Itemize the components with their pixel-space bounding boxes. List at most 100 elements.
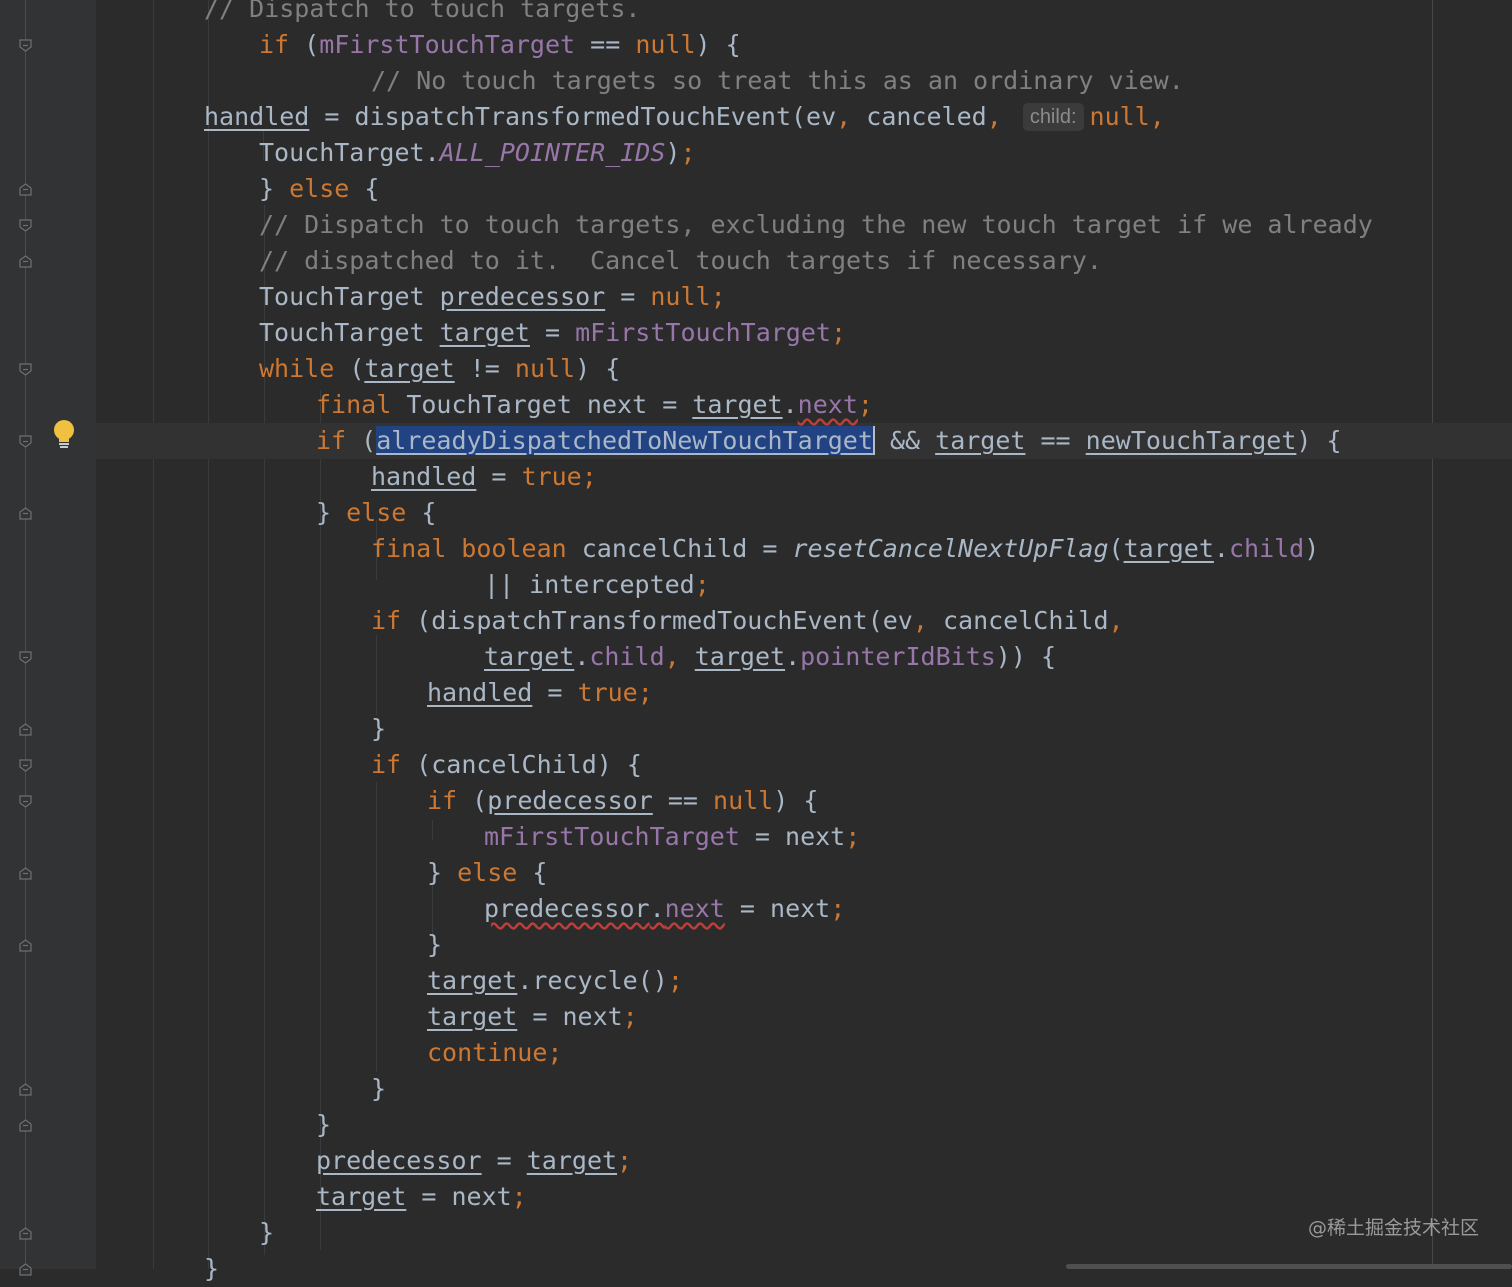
code-token: null; <box>650 282 726 311</box>
code-line: TouchTarget target = mFirstTouchTarget; <box>0 315 846 351</box>
code-token: == <box>1025 426 1086 455</box>
code-line: } <box>0 1251 219 1287</box>
horizontal-scrollbar[interactable] <box>1066 1264 1512 1269</box>
code-token: TouchTarget next = <box>391 390 693 419</box>
code-token: ; <box>694 570 710 599</box>
code-token: } <box>316 498 347 527</box>
parameter-hint: child: <box>1022 103 1084 131</box>
code-line: if (dispatchTransformedTouchEvent(ev, ca… <box>0 603 1124 639</box>
lightbulb-icon[interactable] <box>52 419 76 449</box>
code-token: ; <box>680 138 696 167</box>
code-token: if <box>316 426 347 455</box>
code-token: ; <box>857 390 873 419</box>
code-line: TouchTarget predecessor = null; <box>0 279 726 315</box>
code-token: target <box>692 390 783 419</box>
code-token: = next <box>406 1182 512 1211</box>
code-token: ; <box>511 1182 527 1211</box>
code-token: } <box>259 1218 275 1247</box>
watermark-text: @稀土掘金技术社区 <box>1307 1217 1479 1239</box>
code-token: = next <box>739 822 846 851</box>
code-token: , <box>836 102 852 131</box>
code-token: cancelChild = <box>566 534 793 563</box>
code-token: TouchTarget <box>259 282 440 311</box>
code-token: predecessor <box>439 282 606 311</box>
code-line: } <box>0 1071 386 1107</box>
code-token: // dispatched to it. Cancel touch target… <box>259 246 1102 275</box>
code-line: handled = dispatchTransformedTouchEvent(… <box>0 99 1165 135</box>
code-token: target <box>694 642 786 671</box>
code-line: if (predecessor == null) { <box>0 783 818 819</box>
code-token: ; <box>622 1002 638 1031</box>
code-token: { <box>517 858 548 887</box>
code-token: ; <box>667 966 683 995</box>
code-token: handled <box>371 462 477 491</box>
code-token: = <box>481 1146 527 1175</box>
code-line: mFirstTouchTarget = next; <box>0 819 860 855</box>
code-token: . <box>574 642 590 671</box>
code-token: = <box>529 318 576 347</box>
code-token: = next <box>517 1002 623 1031</box>
code-token: child <box>589 642 665 671</box>
code-token: true; <box>521 462 597 491</box>
code-token: , <box>664 642 695 671</box>
code-token: target <box>484 642 575 671</box>
code-token: cancelChild <box>927 606 1109 635</box>
code-token: else <box>457 858 518 887</box>
code-token: ) <box>1304 534 1320 563</box>
code-line: || intercepted; <box>0 567 710 603</box>
code-token: TouchTarget <box>259 318 440 347</box>
code-line: } else { <box>0 855 547 891</box>
code-line: } <box>0 1215 274 1251</box>
code-token: ( <box>457 786 488 815</box>
code-token: )) { <box>995 642 1057 671</box>
code-line: TouchTarget.ALL_POINTER_IDS); <box>0 135 696 171</box>
code-token: && <box>874 426 936 455</box>
code-token: null, <box>1089 102 1165 131</box>
code-token: else <box>289 174 350 203</box>
code-token: ) { <box>695 30 741 59</box>
code-line: // No touch targets so treat this as an … <box>0 63 1184 99</box>
code-line: if (mFirstTouchTarget == null) { <box>0 27 741 63</box>
code-token: ) { <box>575 354 621 383</box>
code-editor[interactable]: // Dispatch to touch targets. if (mFirstT… <box>0 0 1512 1283</box>
code-token: null <box>713 786 774 815</box>
code-token: null <box>635 30 696 59</box>
code-token: next <box>664 894 725 923</box>
code-token: null <box>514 354 576 383</box>
code-line: // Dispatch to touch targets. <box>0 0 641 27</box>
code-token: target <box>1123 534 1214 563</box>
code-token: target <box>935 426 1026 455</box>
code-token: target <box>364 354 455 383</box>
code-token: = <box>532 678 578 707</box>
code-token: ) { <box>773 786 819 815</box>
code-token: handled <box>427 678 533 707</box>
code-token: // Dispatch to touch targets, excluding … <box>259 210 1373 239</box>
code-token: predecessor <box>487 786 653 815</box>
code-token: ; <box>830 318 847 347</box>
code-token: . <box>1213 534 1229 563</box>
code-line: if (cancelChild) { <box>0 747 642 783</box>
code-line: if (alreadyDispatchedToNewTouchTarget &&… <box>0 423 1342 459</box>
code-token: || intercepted <box>484 570 695 599</box>
code-token: if <box>427 786 458 815</box>
code-token: continue; <box>427 1038 563 1067</box>
code-line: continue; <box>0 1035 562 1071</box>
code-token: if <box>371 606 402 635</box>
code-line: target.child, target.pointerIdBits)) { <box>0 639 1056 675</box>
code-token: canceled <box>851 102 987 131</box>
code-token: // No touch targets so treat this as an … <box>371 66 1184 95</box>
code-line: final boolean cancelChild = resetCancelN… <box>0 531 1319 567</box>
code-token: next <box>797 390 858 419</box>
code-token: . <box>782 390 798 419</box>
code-token: = next <box>724 894 831 923</box>
code-token: . <box>785 642 801 671</box>
code-token: = dispatchTransformedTouchEvent(ev <box>309 102 837 131</box>
code-line: } else { <box>0 495 436 531</box>
code-token: target <box>526 1146 618 1175</box>
code-token: newTouchTarget <box>1085 426 1297 455</box>
code-token: ) { <box>1296 426 1342 455</box>
code-token: , <box>1108 606 1124 635</box>
code-token: ( <box>289 30 320 59</box>
code-token: = <box>476 462 522 491</box>
